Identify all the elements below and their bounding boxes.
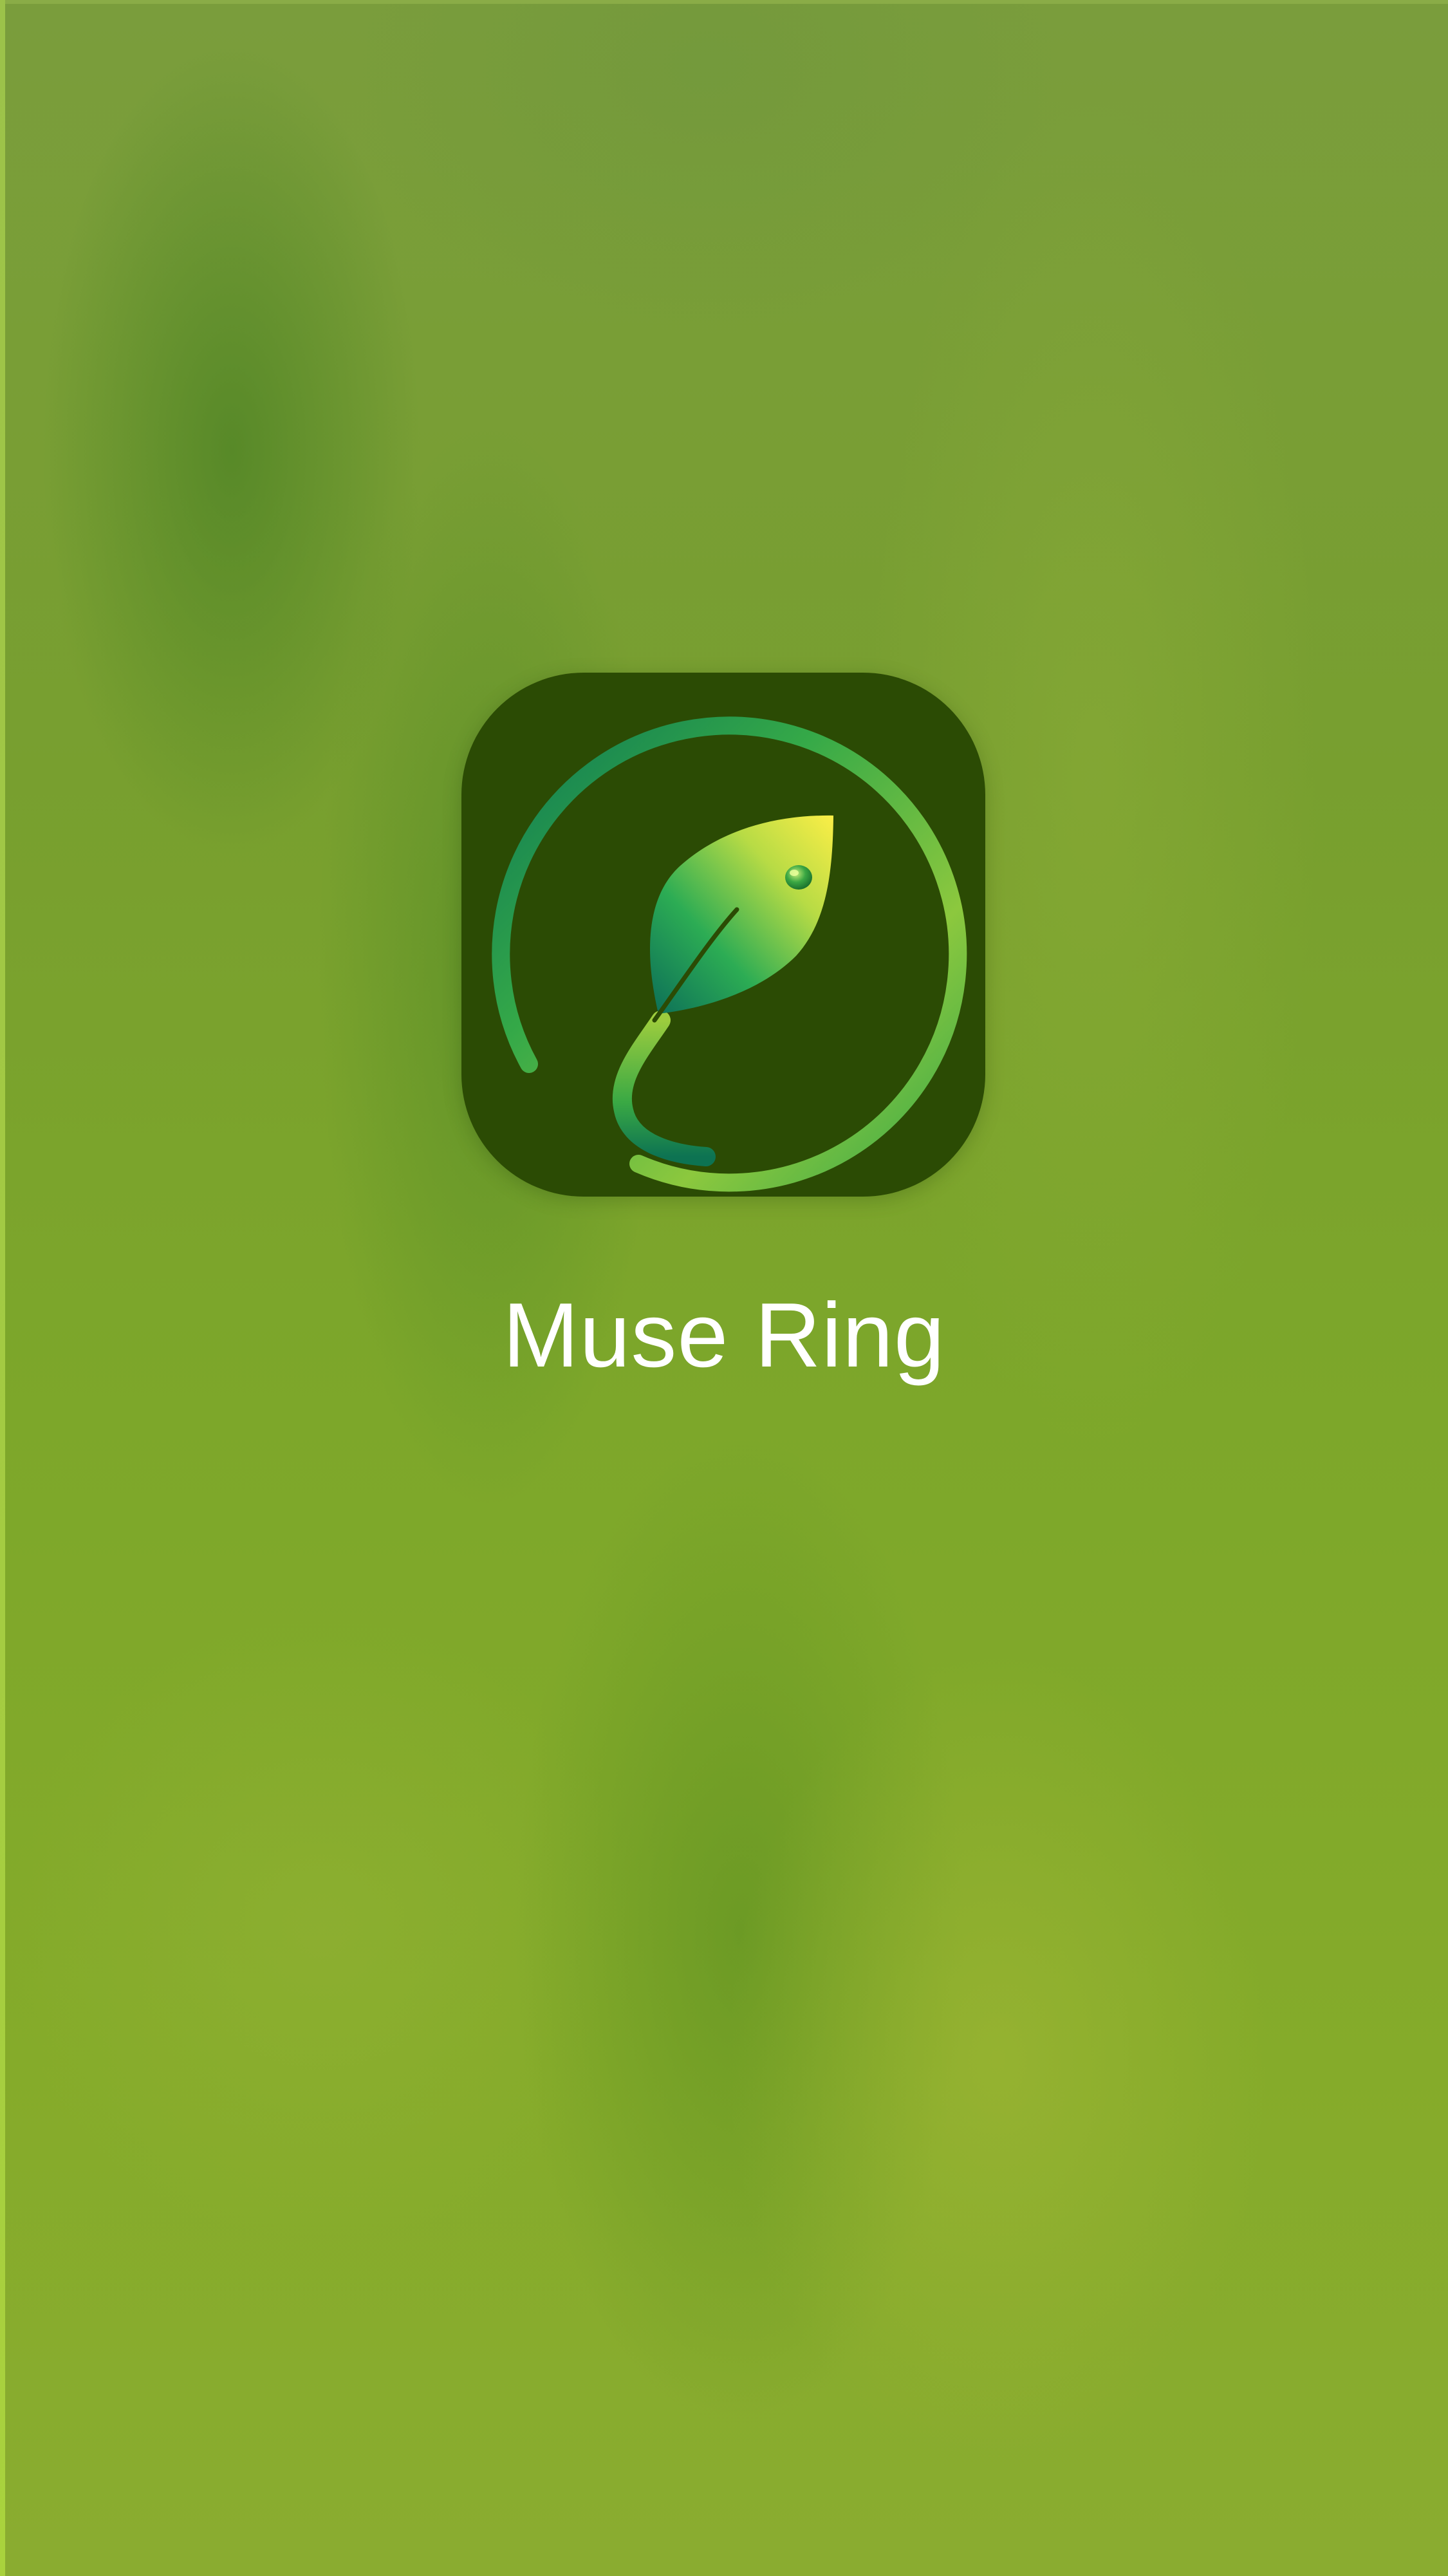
top-edge xyxy=(0,0,1448,4)
leaf-ring-logo-icon xyxy=(492,716,967,1192)
app-name-title: Muse Ring xyxy=(503,1284,945,1386)
splash-screen: Muse Ring xyxy=(0,0,1448,2576)
app-logo-icon xyxy=(461,673,985,1197)
leaf-stem xyxy=(612,1011,716,1166)
water-drop xyxy=(785,865,812,890)
